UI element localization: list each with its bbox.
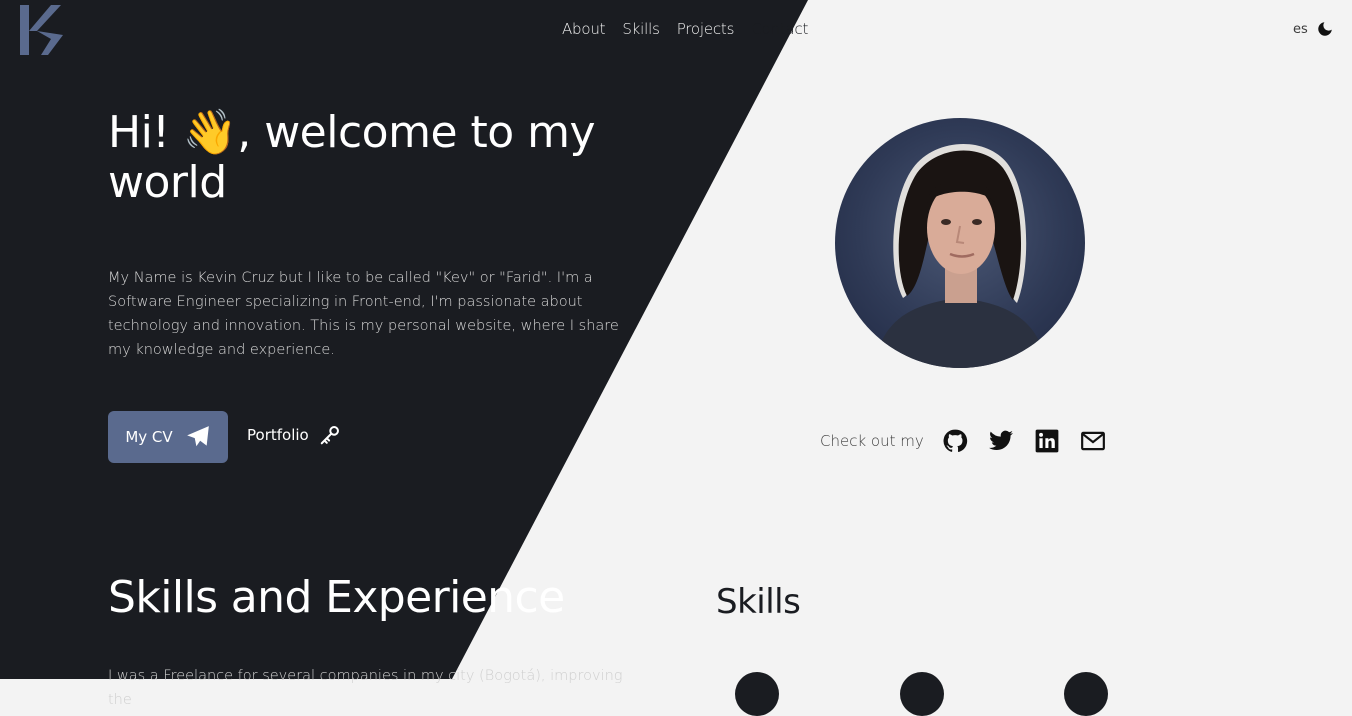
language-toggle[interactable]: es: [1293, 22, 1308, 37]
hero-title: Hi! 👋, welcome to my world: [108, 107, 596, 208]
skills-experience-title: Skills and Experience: [108, 572, 565, 623]
social-links: Check out my: [820, 428, 1126, 454]
key-icon: [320, 426, 339, 445]
portfolio-link[interactable]: Portfolio: [247, 424, 341, 446]
mail-icon[interactable]: [1080, 428, 1106, 454]
twitter-icon[interactable]: [988, 428, 1014, 454]
send-icon: [186, 426, 209, 447]
nav-contact[interactable]: Contact: [751, 20, 808, 38]
social-label: Check out my: [820, 432, 924, 450]
cv-button-label: My CV: [125, 428, 173, 446]
portfolio-label: Portfolio: [247, 426, 309, 444]
nav-about[interactable]: About: [562, 20, 606, 38]
linkedin-icon[interactable]: [1034, 428, 1060, 454]
nav-skills[interactable]: Skills: [622, 20, 660, 38]
cv-button[interactable]: My CV: [108, 411, 228, 463]
profile-avatar: [835, 118, 1085, 368]
logo-icon[interactable]: [20, 5, 64, 55]
moon-icon[interactable]: [1316, 20, 1334, 38]
skills-subtitle: Skills: [716, 582, 801, 622]
main-nav: About Skills Projects Contact: [562, 20, 808, 38]
github-icon[interactable]: [942, 428, 968, 454]
nav-projects[interactable]: Projects: [677, 20, 735, 38]
hero-intro: My Name is Kevin Cruz but I like to be c…: [108, 270, 619, 358]
skills-intro: I was a Freelance for several companies …: [108, 668, 623, 708]
